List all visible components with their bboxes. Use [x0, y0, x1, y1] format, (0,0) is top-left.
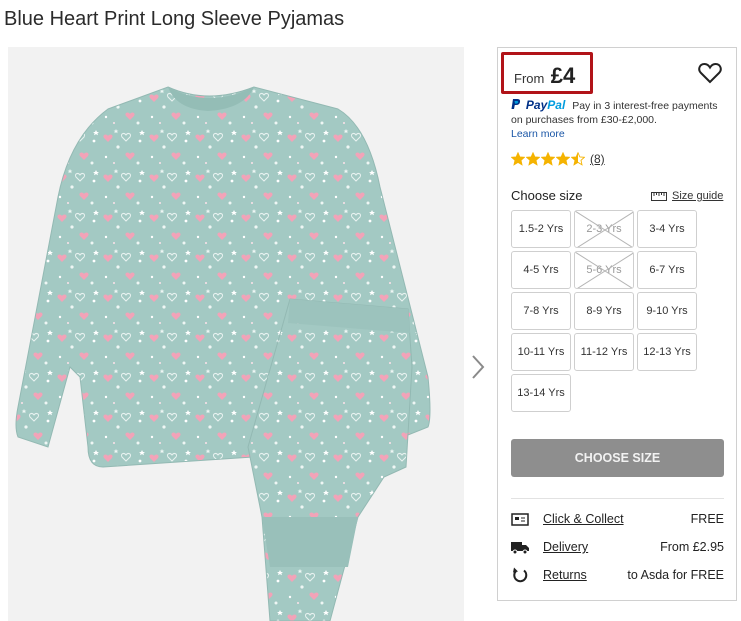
- next-image-arrow-icon[interactable]: [469, 352, 487, 382]
- choose-size-button[interactable]: CHOOSE SIZE: [511, 439, 724, 477]
- size-option-label: 8-9 Yrs: [586, 305, 622, 317]
- review-count-link[interactable]: (8): [590, 152, 605, 166]
- size-option[interactable]: 9-10 Yrs: [637, 292, 697, 330]
- price-from-label: From: [514, 71, 545, 86]
- size-option[interactable]: 1.5-2 Yrs: [511, 210, 571, 248]
- delivery-link[interactable]: Delivery: [543, 540, 588, 554]
- star-icon: [526, 152, 540, 166]
- paypal-text-line1: Pay in 3 interest-free payments: [572, 100, 718, 112]
- size-option-label: 6-7 Yrs: [649, 264, 685, 276]
- size-option[interactable]: 4-5 Yrs: [511, 251, 571, 289]
- size-option-label: 10-11 Yrs: [517, 346, 565, 358]
- click-collect-icon: [511, 513, 529, 526]
- product-image: [8, 47, 464, 621]
- divider: [511, 498, 724, 499]
- returns-info: to Asda for FREE: [627, 568, 724, 582]
- size-option[interactable]: 13-14 Yrs: [511, 374, 571, 412]
- unavailable-cross-icon: [575, 252, 633, 288]
- size-option[interactable]: 2-3 Yrs: [574, 210, 634, 248]
- size-option[interactable]: 3-4 Yrs: [637, 210, 697, 248]
- product-title: Blue Heart Print Long Sleeve Pyjamas: [4, 8, 345, 30]
- click-collect-row[interactable]: Click & Collect FREE: [511, 509, 724, 529]
- size-option[interactable]: 11-12 Yrs: [574, 333, 634, 371]
- size-option[interactable]: 8-9 Yrs: [574, 292, 634, 330]
- size-option-label: 13-14 Yrs: [517, 387, 565, 399]
- star-icon: [541, 152, 555, 166]
- stars: [511, 152, 586, 166]
- choose-size-label: Choose size: [511, 188, 583, 203]
- returns-link[interactable]: Returns: [543, 568, 587, 582]
- star-rating[interactable]: (8): [511, 152, 605, 166]
- paypal-text-line2: on purchases from £30-£2,000.: [511, 114, 657, 126]
- size-option-label: 4-5 Yrs: [523, 264, 559, 276]
- paypal-logo: PayPal: [525, 98, 566, 112]
- delivery-price: From £2.95: [660, 540, 724, 554]
- size-option-label: 1.5-2 Yrs: [518, 223, 564, 235]
- star-icon: [571, 152, 585, 166]
- paypal-info: PayPal Pay in 3 interest-free payments o…: [511, 98, 733, 141]
- paypal-icon: [511, 99, 521, 109]
- star-icon: [556, 152, 570, 166]
- size-option-label: 3-4 Yrs: [649, 223, 685, 235]
- size-option[interactable]: 10-11 Yrs: [511, 333, 571, 371]
- learn-more-link[interactable]: Learn more: [511, 127, 733, 141]
- star-icon: [511, 152, 525, 166]
- size-option[interactable]: 12-13 Yrs: [637, 333, 697, 371]
- size-option[interactable]: 6-7 Yrs: [637, 251, 697, 289]
- delivery-truck-icon: [511, 542, 529, 555]
- size-option-label: 9-10 Yrs: [646, 305, 688, 317]
- unavailable-cross-icon: [575, 211, 633, 247]
- size-option[interactable]: 5-6 Yrs: [574, 251, 634, 289]
- product-purchase-panel: From £4 PayPal Pay in 3 interest-free pa…: [497, 47, 737, 601]
- price-box: From £4: [501, 52, 593, 94]
- wishlist-heart-icon[interactable]: [698, 62, 722, 84]
- click-collect-price: FREE: [690, 512, 724, 526]
- delivery-row[interactable]: Delivery From £2.95: [511, 537, 724, 557]
- size-option-label: 11-12 Yrs: [580, 346, 628, 358]
- price-amount: £4: [550, 63, 576, 88]
- size-option-label: 12-13 Yrs: [643, 346, 691, 358]
- size-guide-link[interactable]: Size guide: [651, 190, 723, 202]
- size-option-label: 7-8 Yrs: [523, 305, 559, 317]
- ruler-icon: [651, 191, 667, 201]
- returns-icon: [513, 567, 528, 583]
- returns-row[interactable]: Returns to Asda for FREE: [511, 565, 724, 585]
- size-option[interactable]: 7-8 Yrs: [511, 292, 571, 330]
- size-guide-label: Size guide: [672, 190, 724, 202]
- click-collect-link[interactable]: Click & Collect: [543, 512, 624, 526]
